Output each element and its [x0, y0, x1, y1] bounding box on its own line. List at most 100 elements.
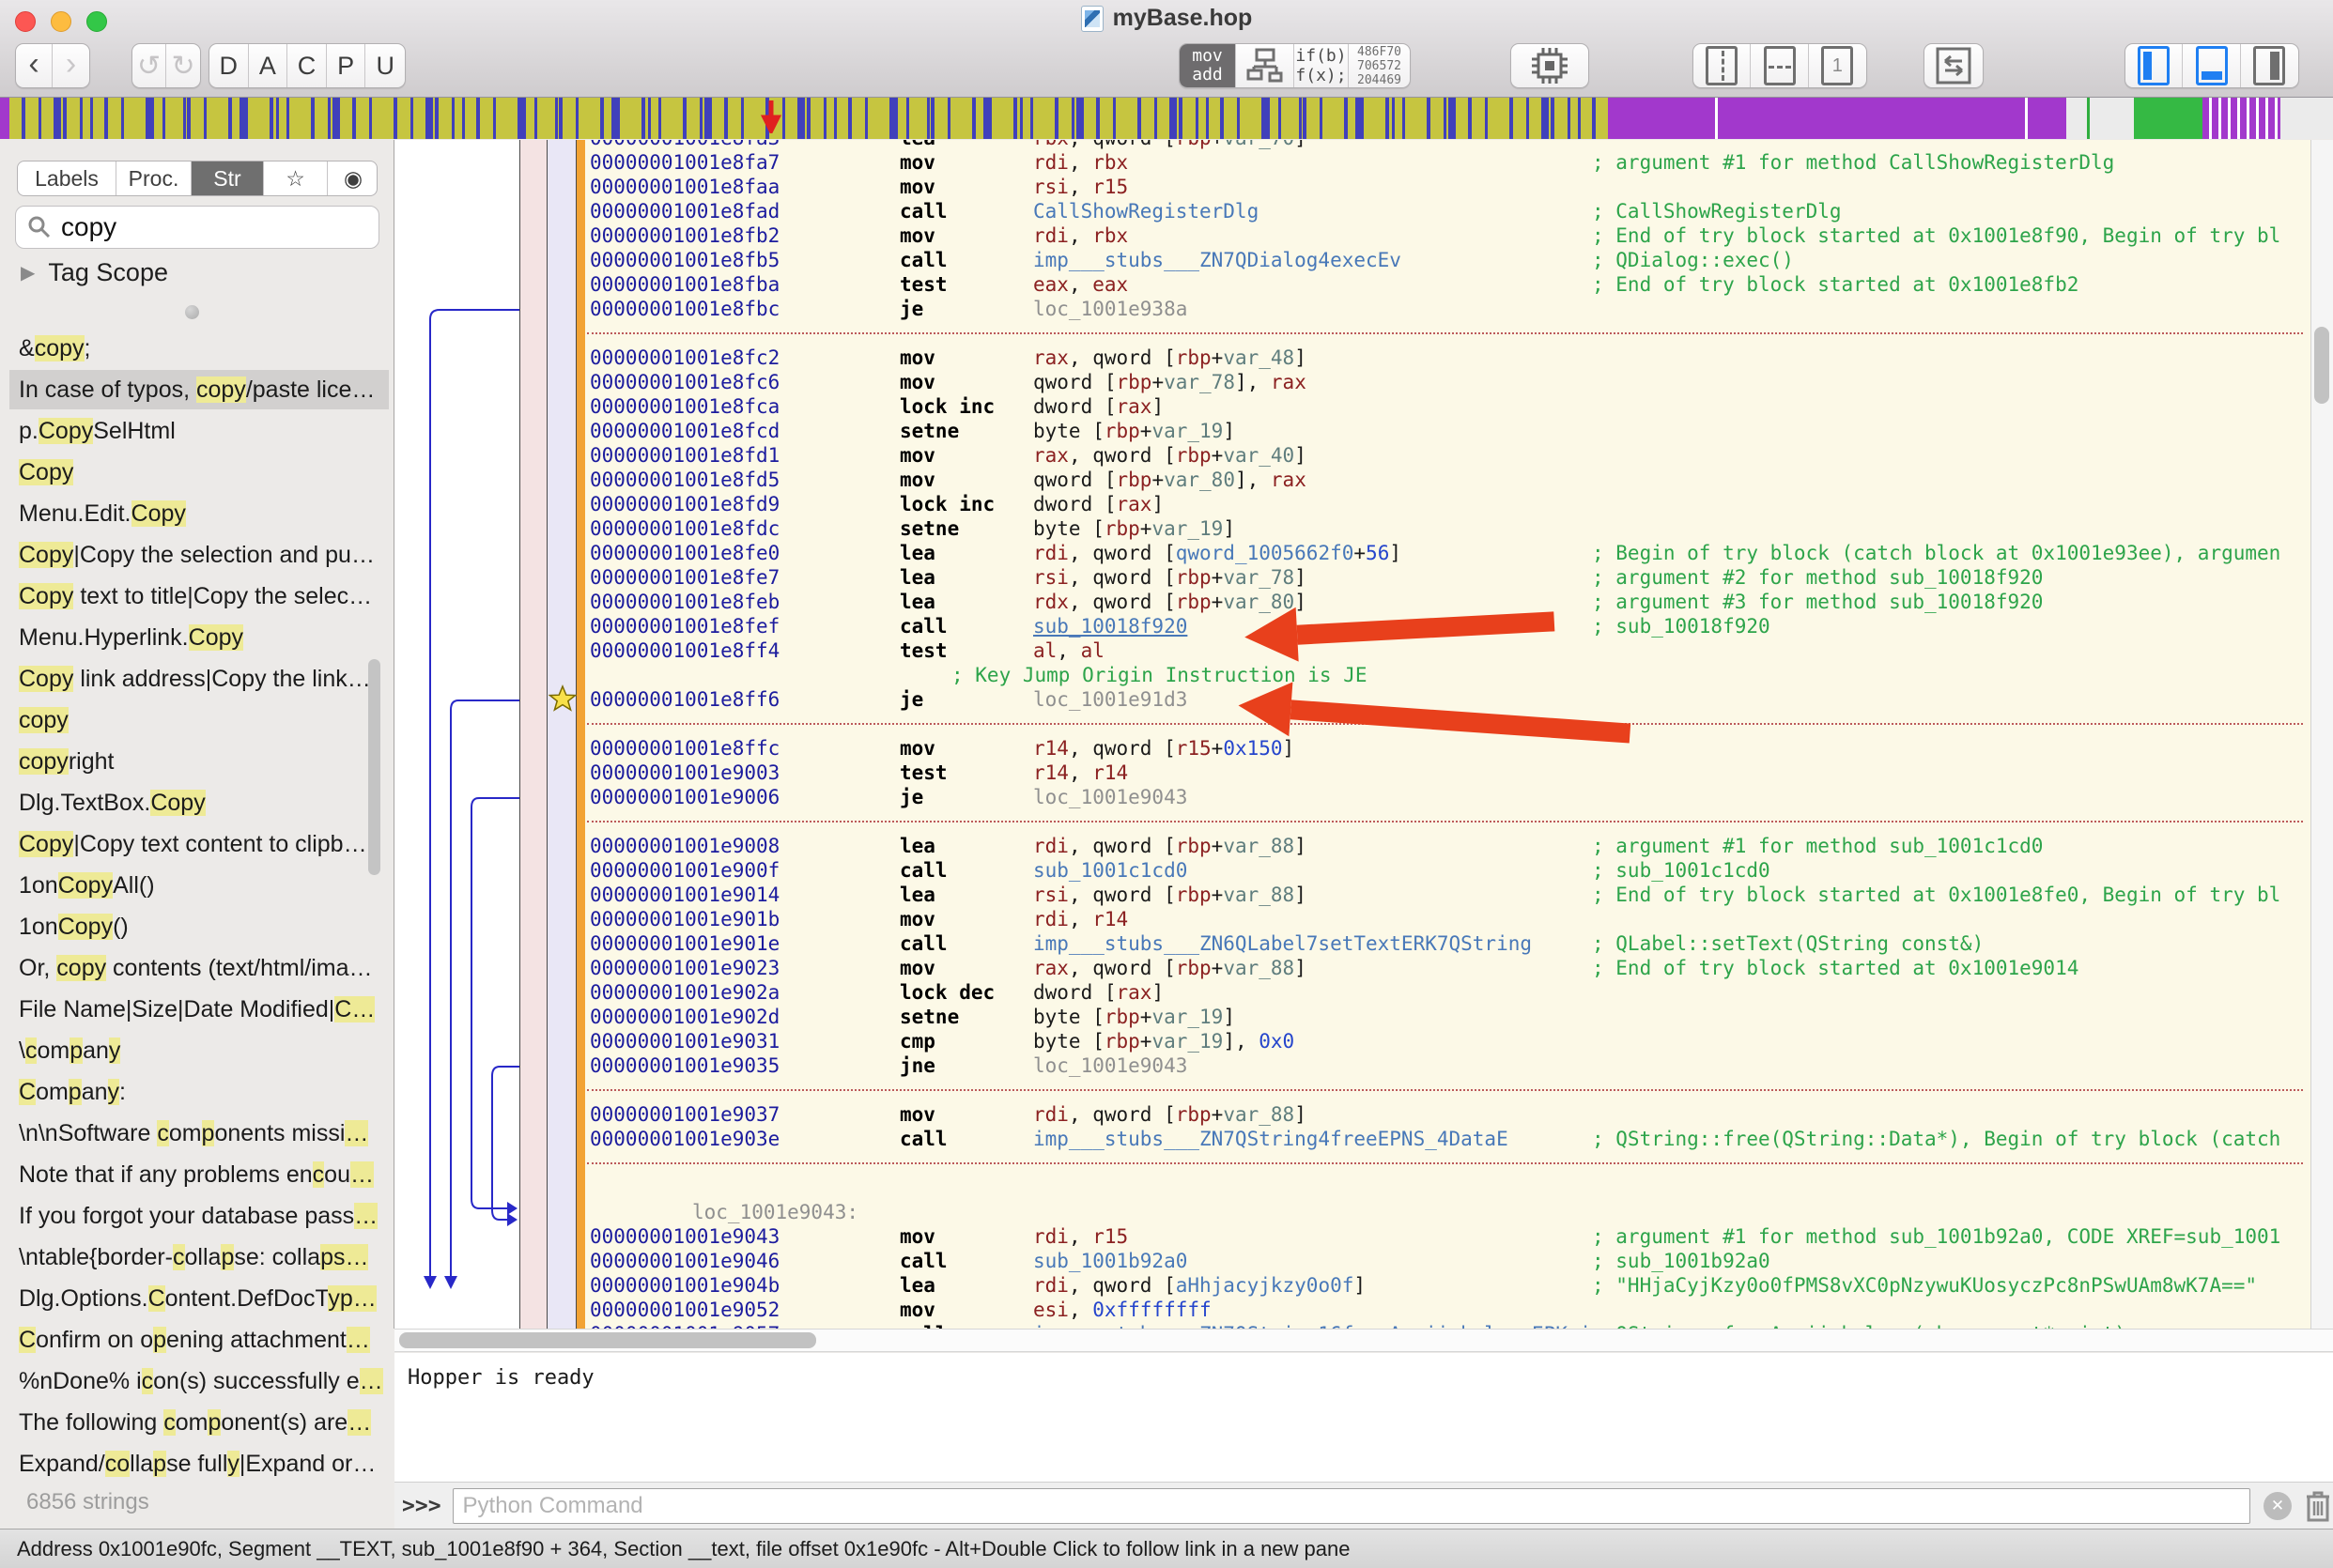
toggle-bottom-panel-button[interactable]: [2183, 44, 2240, 87]
disasm-line[interactable]: 00000001001e900fcallsub_1001c1cd0; sub_1…: [585, 858, 2310, 883]
disasm-line[interactable]: 00000001001e8fcalock incdword [rax]: [585, 394, 2310, 419]
disasm-line[interactable]: 00000001001e901bmovrdi, r14: [585, 907, 2310, 931]
sidebar-tab-proc[interactable]: Proc.: [116, 161, 192, 195]
display-mode-c-button[interactable]: C: [287, 44, 327, 87]
disasm-line[interactable]: 00000001001e9031cmpbyte [rbp+var_19], 0x…: [585, 1029, 2310, 1053]
disasm-line[interactable]: 00000001001e8fd9lock incdword [rax]: [585, 492, 2310, 516]
disasm-line[interactable]: 00000001001e9035jneloc_1001e9043: [585, 1053, 2310, 1078]
bookmark-star-icon[interactable]: [548, 684, 577, 713]
string-item[interactable]: File Name|Size|Date Modified|C…: [0, 989, 394, 1030]
toggle-right-panel-button[interactable]: [2241, 44, 2298, 87]
string-item[interactable]: Menu.Edit.Copy: [0, 493, 394, 534]
disasm-line[interactable]: 00000001001e9006jeloc_1001e9043: [585, 785, 2310, 809]
search-field[interactable]: ✕: [15, 206, 379, 249]
disasm-line[interactable]: 00000001001e903ecallimp___stubs___ZN7QSt…: [585, 1127, 2310, 1151]
string-item[interactable]: Expand/collapse fully|Expand or…: [0, 1443, 394, 1484]
string-item[interactable]: Or, copy contents (text/html/ima…: [0, 947, 394, 989]
disasm-line[interactable]: 00000001001e902dsetnebyte [rbp+var_19]: [585, 1005, 2310, 1029]
splitter-handle[interactable]: [185, 305, 199, 319]
disasm-line[interactable]: 00000001001e9052movesi, 0xffffffff: [585, 1298, 2310, 1322]
sidebar-tab-[interactable]: ◉: [328, 161, 378, 195]
string-item[interactable]: Copy text to title|Copy the selec…: [0, 576, 394, 617]
disasm-line[interactable]: 00000001001e9057callimp___stubs___ZN7QSt…: [585, 1322, 2310, 1329]
string-item[interactable]: \ntable{border-collapse: collaps…: [0, 1237, 394, 1278]
display-mode-u-button[interactable]: U: [365, 44, 405, 87]
disasm-line[interactable]: 00000001001e9043movrdi, r15; argument #1…: [585, 1224, 2310, 1249]
string-item[interactable]: Company:: [0, 1071, 394, 1113]
console-clear-button[interactable]: ✕: [2263, 1492, 2292, 1520]
string-item[interactable]: 1onCopyAll(): [0, 865, 394, 906]
bookmark-column[interactable]: [548, 140, 577, 1329]
disasm-line[interactable]: 00000001001e8fc2movrax, qword [rbp+var_4…: [585, 346, 2310, 370]
scrollbar-thumb[interactable]: [2314, 327, 2329, 404]
disasm-line[interactable]: 00000001001e901ecallimp___stubs___ZN6QLa…: [585, 931, 2310, 956]
sidebar-tab-labels[interactable]: Labels: [18, 161, 116, 195]
disasm-line[interactable]: 00000001001e902alock decdword [rax]: [585, 980, 2310, 1005]
disasm-line[interactable]: 00000001001e8faamovrsi, r15: [585, 175, 2310, 199]
disasm-line[interactable]: 00000001001e8fe7learsi, qword [rbp+var_7…: [585, 565, 2310, 590]
split-horizontal-button[interactable]: [1751, 44, 1808, 87]
string-item[interactable]: Copy|Copy text content to clipb…: [0, 823, 394, 865]
sidebar-tab-str[interactable]: Str: [192, 161, 264, 195]
disasm-line[interactable]: 00000001001e8fe0leardi, qword [qword_100…: [585, 541, 2310, 565]
redo-button[interactable]: ↻: [166, 44, 200, 87]
string-item[interactable]: Copy link address|Copy the link…: [0, 658, 394, 699]
string-item[interactable]: Copy: [0, 452, 394, 493]
disasm-line[interactable]: 00000001001e9023movrax, qword [rbp+var_8…: [585, 956, 2310, 980]
python-command-input[interactable]: [453, 1488, 2250, 1524]
disasm-line[interactable]: 00000001001e8fcdsetnebyte [rbp+var_19]: [585, 419, 2310, 443]
back-button[interactable]: ‹: [16, 44, 53, 87]
string-item[interactable]: Note that if any problems encou…: [0, 1154, 394, 1195]
disasm-line[interactable]: 00000001001e9008leardi, qword [rbp+var_8…: [585, 834, 2310, 858]
disasm-line[interactable]: 00000001001e8fb2movrdi, rbx; End of try …: [585, 223, 2310, 248]
string-item[interactable]: %nDone% icon(s) successfully e…: [0, 1360, 394, 1402]
hex-mode-button[interactable]: 486F70706572204469: [1349, 44, 1410, 87]
listing-horizontal-scrollbar[interactable]: [394, 1329, 2333, 1352]
display-mode-p-button[interactable]: P: [327, 44, 366, 87]
string-item[interactable]: \company: [0, 1030, 394, 1071]
string-item[interactable]: In case of typos, copy/paste lice…: [0, 369, 394, 410]
display-mode-d-button[interactable]: D: [209, 44, 249, 87]
string-item[interactable]: &copy;: [0, 328, 394, 369]
disasm-line[interactable]: 00000001001e8fd1movrax, qword [rbp+var_4…: [585, 443, 2310, 468]
disasm-line[interactable]: 00000001001e8fd5movqword [rbp+var_80], r…: [585, 468, 2310, 492]
disasm-line[interactable]: 00000001001e904bleardi, qword [aHhjacyjk…: [585, 1273, 2310, 1298]
forward-button[interactable]: ›: [53, 44, 89, 87]
string-item[interactable]: If you forgot your database pass…: [0, 1195, 394, 1237]
string-item[interactable]: Copy|Copy the selection and pu…: [0, 534, 394, 576]
swap-panes-button[interactable]: [1924, 43, 1984, 88]
string-item[interactable]: The following component(s) are…: [0, 1402, 394, 1443]
disasm-line[interactable]: 00000001001e8fc6movqword [rbp+var_78], r…: [585, 370, 2310, 394]
disasm-line[interactable]: 00000001001e8fbatesteax, eax; End of try…: [585, 272, 2310, 297]
disasm-line[interactable]: 00000001001e8fdcsetnebyte [rbp+var_19]: [585, 516, 2310, 541]
disasm-line[interactable]: 00000001001e8fbcjeloc_1001e938a: [585, 297, 2310, 321]
disasm-line[interactable]: 00000001001e9014learsi, qword [rbp+var_8…: [585, 883, 2310, 907]
search-input[interactable]: [59, 211, 402, 243]
scrollbar-thumb[interactable]: [399, 1332, 816, 1348]
display-mode-a-button[interactable]: A: [249, 44, 288, 87]
trash-icon[interactable]: [2303, 1489, 2333, 1523]
string-item[interactable]: 1onCopy(): [0, 906, 394, 947]
split-vertical-button[interactable]: [1693, 44, 1751, 87]
disasm-line[interactable]: 00000001001e8fadcallCallShowRegisterDlg;…: [585, 199, 2310, 223]
cpu-button[interactable]: [1510, 43, 1589, 88]
single-pane-button[interactable]: 1: [1809, 44, 1866, 87]
listing-vertical-scrollbar[interactable]: [2310, 140, 2333, 1329]
disasm-line[interactable]: 00000001001e9003testr14, r14: [585, 761, 2310, 785]
string-item[interactable]: \n\nSoftware components missi…: [0, 1113, 394, 1154]
disasm-line[interactable]: 00000001001e8fb5callimp___stubs___ZN7QDi…: [585, 248, 2310, 272]
string-item[interactable]: Confirm on opening attachment…: [0, 1319, 394, 1360]
disasm-line[interactable]: 00000001001e8fa3learbx, qword [rbp+var_7…: [585, 140, 2310, 150]
local-label-line[interactable]: loc_1001e9043:: [585, 1200, 2310, 1224]
toggle-left-panel-button[interactable]: [2125, 44, 2183, 87]
string-item[interactable]: Dlg.Options.Content.DefDocTyp…: [0, 1278, 394, 1319]
string-item[interactable]: Dlg.TextBox.Copy: [0, 782, 394, 823]
string-item[interactable]: copy: [0, 699, 394, 741]
assembly-mode-button[interactable]: movadd: [1180, 44, 1236, 87]
gutter-column[interactable]: [519, 140, 548, 1329]
string-item[interactable]: copyright: [0, 741, 394, 782]
tag-scope-disclosure[interactable]: ▶ Tag Scope: [21, 258, 168, 287]
segment-navigation-bar[interactable]: [0, 98, 2333, 139]
undo-button[interactable]: ↺: [132, 44, 166, 87]
sidebar-tab-[interactable]: ☆: [264, 161, 328, 195]
